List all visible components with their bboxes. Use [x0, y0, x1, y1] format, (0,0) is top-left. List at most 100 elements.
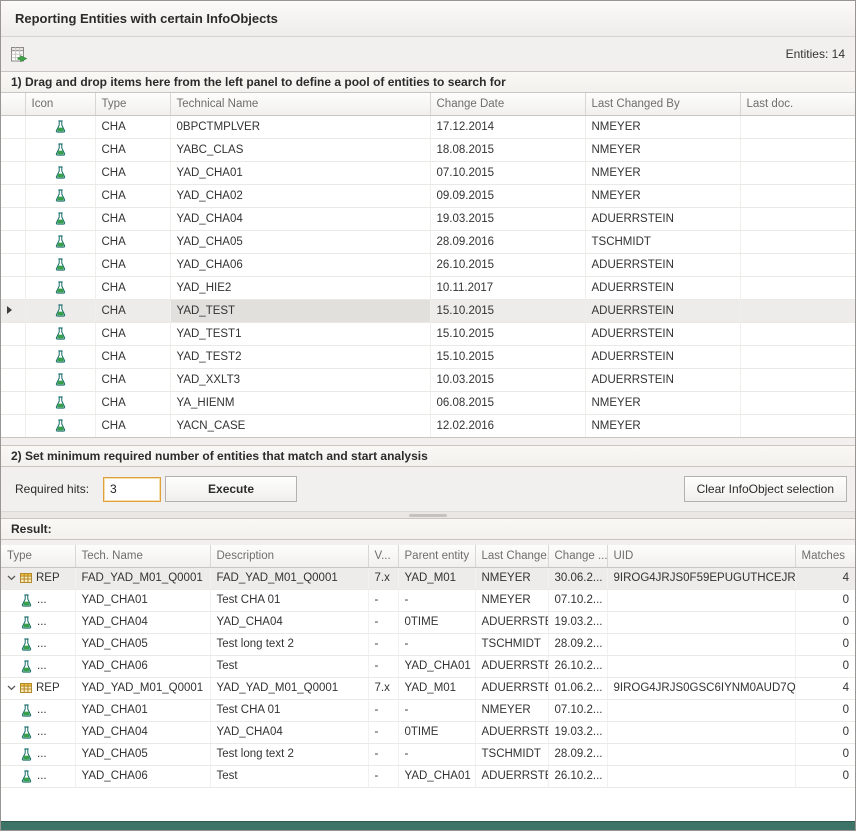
result-row[interactable]: ... YAD_CHA05 Test long text 2 - - TSCHM… — [1, 633, 855, 655]
section2-header: 2) Set minimum required number of entiti… — [1, 445, 855, 467]
result-row[interactable]: ... YAD_CHA04 YAD_CHA04 - 0TIME ADUERRST… — [1, 721, 855, 743]
result-row[interactable]: ... YAD_CHA05 Test long text 2 - - TSCHM… — [1, 743, 855, 765]
result-row[interactable]: REP YAD_YAD_M01_Q0001 YAD_YAD_M01_Q0001 … — [1, 677, 855, 699]
entity-last-changed-by-cell: ADUERRSTEIN — [585, 345, 740, 368]
characteristic-icon — [54, 189, 67, 202]
chevron-down-icon[interactable] — [7, 575, 16, 581]
entity-type-cell: CHA — [95, 391, 170, 414]
result-type-cell: REP — [1, 567, 75, 589]
entity-icon-cell — [25, 115, 95, 138]
column-header-description[interactable]: Description — [210, 545, 368, 567]
entity-row[interactable]: CHA YAD_HIE2 10.11.2017 ADUERRSTEIN — [1, 276, 855, 299]
export-to-spreadsheet-button[interactable] — [9, 45, 30, 64]
result-last-changed-by-cell: NMEYER — [475, 699, 548, 721]
result-last-changed-by-cell: ADUERRSTE... — [475, 655, 548, 677]
column-header-matches[interactable]: Matches — [795, 545, 855, 567]
entity-type-cell: CHA — [95, 414, 170, 437]
entity-row[interactable]: CHA YAD_TEST1 15.10.2015 ADUERRSTEIN — [1, 322, 855, 345]
result-row[interactable]: REP FAD_YAD_M01_Q0001 FAD_YAD_M01_Q0001 … — [1, 567, 855, 589]
result-description-cell: Test — [210, 655, 368, 677]
entity-technical-name-cell: YAD_CHA01 — [170, 161, 430, 184]
row-selector-cell — [1, 276, 25, 299]
characteristic-icon — [54, 396, 67, 409]
entity-change-date-cell: 15.10.2015 — [430, 345, 585, 368]
result-tech-name-cell: YAD_CHA05 — [75, 743, 210, 765]
entity-change-date-cell: 28.09.2016 — [430, 230, 585, 253]
result-tech-name-cell: YAD_CHA06 — [75, 655, 210, 677]
entity-row[interactable]: CHA YA_HIENM 06.08.2015 NMEYER — [1, 391, 855, 414]
entity-last-changed-by-cell: ADUERRSTEIN — [585, 299, 740, 322]
required-hits-label: Required hits: — [15, 482, 89, 496]
characteristic-icon — [54, 281, 67, 294]
column-header-last-changed-by[interactable]: Last Changed By — [585, 93, 740, 115]
column-header-last-doc[interactable]: Last doc. — [740, 93, 855, 115]
column-header-version[interactable]: V... — [368, 545, 398, 567]
characteristic-icon — [20, 748, 33, 761]
column-header-result-type[interactable]: Type — [1, 545, 75, 567]
result-version-cell: - — [368, 699, 398, 721]
row-selector-cell — [1, 253, 25, 276]
result-row[interactable]: ... YAD_CHA04 YAD_CHA04 - 0TIME ADUERRST… — [1, 611, 855, 633]
column-header-change[interactable]: Change ... — [548, 545, 607, 567]
characteristic-icon — [20, 638, 33, 651]
splitter-grip-icon — [409, 514, 447, 517]
toolbar: Entities: 14 — [1, 37, 855, 71]
column-header-uid[interactable]: UID — [607, 545, 795, 567]
result-last-changed-by-cell: NMEYER — [475, 589, 548, 611]
result-row[interactable]: ... YAD_CHA01 Test CHA 01 - - NMEYER 07.… — [1, 589, 855, 611]
row-selector-cell — [1, 322, 25, 345]
result-matches-cell: 0 — [795, 633, 855, 655]
column-header-icon[interactable]: Icon — [25, 93, 95, 115]
entity-change-date-cell: 19.03.2015 — [430, 207, 585, 230]
entity-last-doc-cell — [740, 184, 855, 207]
entity-change-date-cell: 26.10.2015 — [430, 253, 585, 276]
result-uid-cell — [607, 633, 795, 655]
entity-row[interactable]: CHA YAD_CHA04 19.03.2015 ADUERRSTEIN — [1, 207, 855, 230]
result-matches-cell: 0 — [795, 699, 855, 721]
chevron-down-icon[interactable] — [7, 685, 16, 691]
column-header-tech-name[interactable]: Tech. Name — [75, 545, 210, 567]
result-type-cell: ... — [1, 655, 75, 677]
entity-row[interactable]: CHA YAD_CHA05 28.09.2016 TSCHMIDT — [1, 230, 855, 253]
entity-row[interactable]: CHA YAD_CHA06 26.10.2015 ADUERRSTEIN — [1, 253, 855, 276]
result-type-label: REP — [36, 572, 60, 584]
entity-change-date-cell: 06.08.2015 — [430, 391, 585, 414]
result-tech-name-cell: YAD_YAD_M01_Q0001 — [75, 677, 210, 699]
row-selector-cell — [1, 184, 25, 207]
result-matches-cell: 4 — [795, 677, 855, 699]
entity-row[interactable]: CHA YAD_TEST2 15.10.2015 ADUERRSTEIN — [1, 345, 855, 368]
entity-type-cell: CHA — [95, 299, 170, 322]
result-version-cell: - — [368, 589, 398, 611]
entity-last-doc-cell — [740, 414, 855, 437]
column-header-parent-entity[interactable]: Parent entity — [398, 545, 475, 567]
column-header-last-changed[interactable]: Last Change... — [475, 545, 548, 567]
column-header-technical-name[interactable]: Technical Name — [170, 93, 430, 115]
characteristic-icon — [54, 235, 67, 248]
entity-row[interactable]: CHA YAD_XXLT3 10.03.2015 ADUERRSTEIN — [1, 368, 855, 391]
entity-row[interactable]: CHA YAD_TEST 15.10.2015 ADUERRSTEIN — [1, 299, 855, 322]
execute-button[interactable]: Execute — [165, 476, 297, 502]
result-last-changed-by-cell: TSCHMIDT — [475, 633, 548, 655]
entity-row[interactable]: CHA YACN_CASE 12.02.2016 NMEYER — [1, 414, 855, 437]
column-header-change-date[interactable]: Change Date — [430, 93, 585, 115]
entity-change-date-cell: 09.09.2015 — [430, 184, 585, 207]
result-version-cell: 7.x — [368, 677, 398, 699]
result-version-cell: - — [368, 721, 398, 743]
clear-infoobject-selection-button[interactable]: Clear InfoObject selection — [684, 476, 847, 502]
column-header-type[interactable]: Type — [95, 93, 170, 115]
entity-row[interactable]: CHA 0BPCTMPLVER 17.12.2014 NMEYER — [1, 115, 855, 138]
entity-row[interactable]: CHA YAD_CHA02 09.09.2015 NMEYER — [1, 184, 855, 207]
entity-last-changed-by-cell: NMEYER — [585, 115, 740, 138]
entity-row[interactable]: CHA YABC_CLAS 18.08.2015 NMEYER — [1, 138, 855, 161]
entity-technical-name-cell: YAD_CHA05 — [170, 230, 430, 253]
required-hits-input[interactable] — [103, 477, 161, 502]
result-row[interactable]: ... YAD_CHA06 Test - YAD_CHA01 ADUERRSTE… — [1, 765, 855, 787]
splitter-handle[interactable] — [1, 511, 855, 518]
entity-row[interactable]: CHA YAD_CHA01 07.10.2015 NMEYER — [1, 161, 855, 184]
entity-last-changed-by-cell: NMEYER — [585, 184, 740, 207]
result-row[interactable]: ... YAD_CHA06 Test - YAD_CHA01 ADUERRSTE… — [1, 655, 855, 677]
result-row[interactable]: ... YAD_CHA01 Test CHA 01 - - NMEYER 07.… — [1, 699, 855, 721]
characteristic-icon — [54, 327, 67, 340]
section-gap — [1, 438, 855, 445]
window-title-bar: Reporting Entities with certain InfoObje… — [1, 1, 855, 37]
